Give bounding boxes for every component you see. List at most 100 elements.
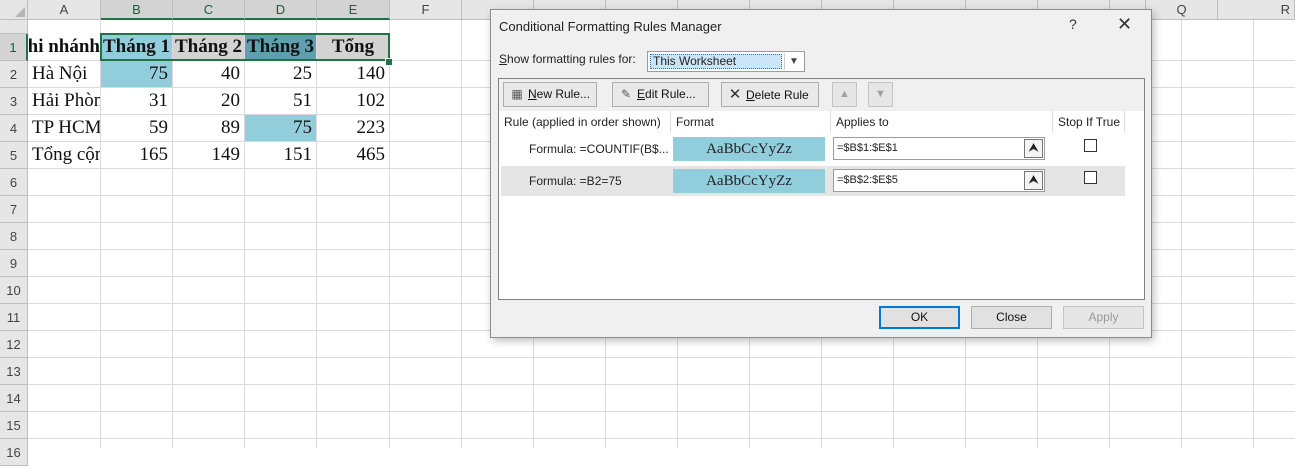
row-header-11[interactable]: 11: [0, 304, 28, 331]
cell-e3[interactable]: 102: [317, 88, 389, 114]
close-button[interactable]: Close: [971, 306, 1052, 329]
ok-button[interactable]: OK: [879, 306, 960, 329]
row-header-14[interactable]: 14: [0, 385, 28, 412]
applies-to-value: =$B$1:$E$1: [837, 142, 898, 154]
rule-description: Formula: =B2=75: [529, 174, 622, 188]
cell-e5[interactable]: 465: [317, 142, 389, 168]
move-up-button[interactable]: ▲: [832, 82, 857, 107]
row-header-4[interactable]: 4: [0, 115, 28, 142]
row-header-15[interactable]: 15: [0, 412, 28, 439]
rules-toolbar: ▦ New Rule... ✎ Edit Rule... ✕ Delete Rule …: [499, 79, 1144, 112]
cell-d5[interactable]: 151: [245, 142, 316, 168]
column-header-q[interactable]: Q: [1146, 0, 1218, 20]
help-icon[interactable]: ?: [1069, 16, 1077, 32]
cell-b5[interactable]: 165: [101, 142, 172, 168]
cell-c5[interactable]: 149: [173, 142, 244, 168]
rules-table-header: Rule (applied in order shown) Format App…: [499, 111, 1144, 133]
stop-if-true-checkbox[interactable]: [1084, 171, 1097, 184]
cell-e4[interactable]: 223: [317, 115, 389, 141]
collapse-dialog-icon[interactable]: ⮝: [1024, 171, 1043, 190]
move-up-icon: ▲: [839, 88, 850, 100]
row-header-7[interactable]: 7: [0, 196, 28, 223]
gridline: [28, 411, 1295, 412]
show-rules-label-accel: S: [499, 52, 508, 66]
cell-e2[interactable]: 140: [317, 61, 389, 87]
applies-to-field[interactable]: =$B$1:$E$1 ⮝: [833, 137, 1045, 160]
new-rule-button[interactable]: ▦ New Rule...: [503, 82, 597, 107]
gridline: [28, 384, 1295, 385]
cell-a2[interactable]: Hà Nội: [29, 61, 100, 87]
gridline: [28, 357, 1295, 358]
column-header-a[interactable]: A: [28, 0, 101, 20]
cell-a3[interactable]: Hải Phòng: [29, 88, 100, 114]
cell-b4[interactable]: 59: [101, 115, 172, 141]
show-rules-label-rest: how formatting rules for:: [507, 52, 636, 66]
row-header-8[interactable]: 8: [0, 223, 28, 250]
cell-a4[interactable]: TP HCM: [29, 115, 100, 141]
format-preview: AaBbCcYyZz: [673, 137, 825, 161]
column-format[interactable]: Format: [671, 111, 831, 133]
row-header-3[interactable]: 3: [0, 88, 28, 115]
close-icon[interactable]: ✕: [1117, 14, 1132, 35]
cell-a1[interactable]: Chi nhánh: [29, 34, 100, 60]
column-header-r[interactable]: R: [1218, 0, 1295, 20]
cell-c4[interactable]: 89: [173, 115, 244, 141]
row-header-1[interactable]: 1: [0, 34, 28, 61]
edit-rule-button[interactable]: ✎ Edit Rule...: [612, 82, 709, 107]
row-header-5[interactable]: 5: [0, 142, 28, 169]
column-header-d[interactable]: D: [245, 0, 317, 20]
gridline: [28, 438, 1295, 439]
new-rule-accel: N: [528, 87, 537, 101]
dialog-title: Conditional Formatting Rules Manager: [499, 19, 722, 34]
cell-b2[interactable]: 75: [101, 61, 172, 87]
row-header-spacer: [0, 20, 28, 34]
cell-c3[interactable]: 20: [173, 88, 244, 114]
delete-icon: ✕: [728, 86, 742, 103]
cell-c2[interactable]: 40: [173, 61, 244, 87]
show-rules-dropdown[interactable]: This Worksheet ▼: [647, 51, 805, 72]
column-applies-to[interactable]: Applies to: [831, 111, 1053, 133]
delete-rule-label: elete Rule: [754, 88, 809, 102]
column-rule[interactable]: Rule (applied in order shown): [499, 111, 671, 133]
cell-a5[interactable]: Tổng cộng: [29, 142, 100, 168]
rule-row[interactable]: Formula: =COUNTIF(B$... AaBbCcYyZz =$B$1…: [501, 134, 1125, 164]
select-all-corner[interactable]: [0, 0, 28, 20]
rule-row[interactable]: Formula: =B2=75 AaBbCcYyZz =$B$2:$E$5 ⮝: [501, 166, 1125, 196]
chevron-down-icon[interactable]: ▼: [784, 53, 803, 70]
column-header-e[interactable]: E: [317, 0, 390, 20]
rules-panel: ▦ New Rule... ✎ Edit Rule... ✕ Delete Rule …: [498, 78, 1145, 300]
conditional-formatting-dialog: Conditional Formatting Rules Manager ? ✕…: [490, 9, 1152, 338]
format-preview: AaBbCcYyZz: [673, 169, 825, 193]
cell-d3[interactable]: 51: [245, 88, 316, 114]
row-header-10[interactable]: 10: [0, 277, 28, 304]
edit-rule-accel: E: [637, 87, 646, 101]
row-header-13[interactable]: 13: [0, 358, 28, 385]
new-rule-icon: ▦: [511, 87, 523, 101]
column-header-b[interactable]: B: [101, 0, 173, 20]
delete-rule-accel: D: [746, 88, 755, 102]
apply-button[interactable]: Apply: [1063, 306, 1144, 329]
cell-d4[interactable]: 75: [245, 115, 316, 141]
column-header-f[interactable]: F: [390, 0, 462, 20]
selection-range: [100, 33, 390, 61]
cell-b3[interactable]: 31: [101, 88, 172, 114]
delete-rule-button[interactable]: ✕ Delete Rule: [721, 82, 819, 107]
row-header-9[interactable]: 9: [0, 250, 28, 277]
fill-handle[interactable]: [385, 58, 393, 66]
move-down-icon: ▼: [875, 88, 886, 100]
column-header-c[interactable]: C: [173, 0, 245, 20]
applies-to-field[interactable]: =$B$2:$E$5 ⮝: [833, 169, 1045, 192]
cell-d2[interactable]: 25: [245, 61, 316, 87]
stop-if-true-checkbox[interactable]: [1084, 139, 1097, 152]
move-down-button[interactable]: ▼: [868, 82, 893, 107]
row-header-12[interactable]: 12: [0, 331, 28, 358]
edit-rule-icon: ✎: [620, 87, 632, 101]
column-stop-if-true[interactable]: Stop If True: [1053, 111, 1125, 133]
applies-to-value: =$B$2:$E$5: [837, 174, 898, 186]
rule-description: Formula: =COUNTIF(B$...: [529, 142, 669, 156]
row-header-2[interactable]: 2: [0, 61, 28, 88]
collapse-dialog-icon[interactable]: ⮝: [1024, 139, 1043, 158]
new-rule-label: ew Rule...: [536, 87, 591, 101]
row-header-6[interactable]: 6: [0, 169, 28, 196]
row-header-16[interactable]: 16: [0, 439, 28, 466]
